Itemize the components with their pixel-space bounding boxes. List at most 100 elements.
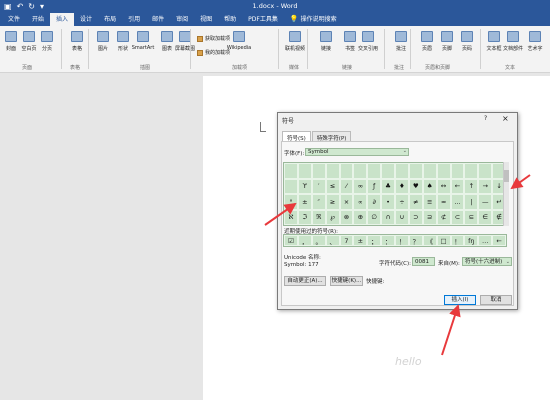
- tab-9[interactable]: 帮助: [218, 13, 242, 26]
- symbol-cell[interactable]: ∩: [381, 209, 395, 225]
- symbol-cell[interactable]: [422, 163, 437, 179]
- ribbon-button-6[interactable]: SmartArt: [132, 28, 154, 51]
- symbol-cell[interactable]: [284, 178, 298, 194]
- symbol-cell[interactable]: —: [478, 194, 493, 210]
- ribbon-button-9[interactable]: Wikipedia: [227, 28, 251, 51]
- recent-symbol-cell[interactable]: 。: [311, 235, 326, 246]
- symbol-cell[interactable]: ♦: [395, 178, 409, 194]
- symbol-cell[interactable]: ≠: [408, 194, 423, 210]
- symbol-cell[interactable]: ≡: [422, 194, 437, 210]
- recent-symbol-cell[interactable]: ？: [408, 235, 423, 246]
- symbol-cell-selected[interactable]: ϒ: [297, 178, 312, 194]
- autocorrect-button[interactable]: 自动更正(A)...: [284, 276, 326, 286]
- tab-2[interactable]: 插入: [50, 13, 75, 26]
- tab-10[interactable]: PDF工具集: [242, 13, 284, 26]
- ribbon-button-16[interactable]: 页脚: [436, 28, 458, 52]
- symbol-cell[interactable]: ♣: [381, 178, 395, 194]
- symbol-cell[interactable]: ⁄: [339, 178, 354, 194]
- ribbon-button-3[interactable]: 表格: [66, 28, 88, 52]
- symbol-cell[interactable]: …: [450, 194, 465, 210]
- symbol-cell[interactable]: [339, 163, 354, 179]
- recent-symbol-cell[interactable]: ±: [353, 235, 368, 246]
- symbol-cell[interactable]: ↑: [464, 178, 479, 194]
- symbol-grid-scrollbar[interactable]: [503, 162, 509, 226]
- symbol-cell[interactable]: ⊄: [436, 209, 451, 225]
- symbol-cell[interactable]: ℘: [325, 209, 340, 225]
- recent-symbol-cell[interactable]: ！: [395, 235, 409, 246]
- recent-symbol-cell[interactable]: 《: [422, 235, 437, 246]
- symbol-cell[interactable]: ∈: [478, 209, 493, 225]
- insert-button[interactable]: 插入(I): [444, 295, 476, 305]
- symbol-cell[interactable]: [408, 163, 423, 179]
- symbol-cell[interactable]: [325, 163, 340, 179]
- symbol-cell[interactable]: [367, 163, 382, 179]
- symbol-cell[interactable]: ∪: [395, 209, 409, 225]
- ribbon-button-19[interactable]: 文档部件: [502, 28, 524, 52]
- ribbon-button-17[interactable]: 页码: [456, 28, 478, 52]
- symbol-cell[interactable]: ƒ: [367, 178, 382, 194]
- symbol-cell[interactable]: |: [464, 194, 479, 210]
- recent-symbol-cell[interactable]: ；: [367, 235, 382, 246]
- symbol-cell[interactable]: [381, 163, 395, 179]
- symbol-cell[interactable]: [284, 163, 298, 179]
- ribbon-button-15[interactable]: 页眉: [416, 28, 438, 52]
- symbol-cell[interactable]: [395, 163, 409, 179]
- symbol-cell[interactable]: ⊆: [464, 209, 479, 225]
- symbol-cell[interactable]: ♥: [408, 178, 423, 194]
- symbol-cell[interactable]: [297, 163, 312, 179]
- shortcut-key-button[interactable]: 快捷键(K)...: [330, 276, 363, 286]
- symbol-cell[interactable]: ⊕: [353, 209, 368, 225]
- symbol-cell[interactable]: ∝: [353, 194, 368, 210]
- tab-6[interactable]: 邮件: [146, 13, 170, 26]
- symbol-cell[interactable]: ⊗: [339, 209, 354, 225]
- symbol-cell[interactable]: [353, 163, 368, 179]
- symbol-cell[interactable]: °: [284, 194, 298, 210]
- symbol-cell[interactable]: ∂: [367, 194, 382, 210]
- ribbon-button-13[interactable]: 交叉引用: [357, 28, 379, 52]
- recent-symbol-cell[interactable]: □: [436, 235, 451, 246]
- symbol-cell[interactable]: ⊂: [450, 209, 465, 225]
- recent-symbol-cell[interactable]: ←: [492, 235, 506, 246]
- recent-symbol-cell[interactable]: ，: [297, 235, 312, 246]
- symbol-cell[interactable]: ÷: [395, 194, 409, 210]
- symbol-cell[interactable]: [464, 163, 479, 179]
- tab-0[interactable]: 文件: [2, 13, 26, 26]
- tab-4[interactable]: 布局: [98, 13, 122, 26]
- symbol-cell[interactable]: ∅: [367, 209, 382, 225]
- tab-7[interactable]: 审阅: [170, 13, 194, 26]
- ribbon-button-5[interactable]: 形状: [112, 28, 134, 52]
- recent-symbol-cell[interactable]: fŋ: [464, 235, 479, 246]
- addin-get-button[interactable]: 获取加载项: [197, 35, 230, 42]
- symbol-cell[interactable]: ′: [311, 178, 326, 194]
- tab-8[interactable]: 视图: [194, 13, 218, 26]
- symbol-cell[interactable]: ←: [450, 178, 465, 194]
- symbol-cell[interactable]: ⊇: [422, 209, 437, 225]
- recent-symbol-cell[interactable]: …: [478, 235, 493, 246]
- symbol-cell[interactable]: ≤: [325, 178, 340, 194]
- symbol-cell[interactable]: ♠: [422, 178, 437, 194]
- scrollbar-thumb[interactable]: [504, 170, 509, 182]
- symbol-cell[interactable]: ≈: [436, 194, 451, 210]
- font-select[interactable]: Symbol ⌄: [305, 148, 409, 156]
- tab-5[interactable]: 引用: [122, 13, 146, 26]
- recent-symbol-cell[interactable]: 、: [325, 235, 340, 246]
- symbol-cell[interactable]: ℑ: [297, 209, 312, 225]
- symbol-cell[interactable]: ≥: [325, 194, 340, 210]
- symbol-cell[interactable]: [436, 163, 451, 179]
- ribbon-button-8[interactable]: 屏幕截图: [174, 28, 196, 52]
- symbol-cell[interactable]: [478, 163, 493, 179]
- character-code-input[interactable]: 0081: [412, 257, 435, 266]
- symbol-cell[interactable]: ℵ: [284, 209, 298, 225]
- ribbon-button-10[interactable]: 联机视频: [284, 28, 306, 52]
- symbol-cell[interactable]: [311, 163, 326, 179]
- ribbon-button-20[interactable]: 艺术字: [524, 28, 546, 52]
- recent-symbol-cell[interactable]: ：: [381, 235, 395, 246]
- symbol-cell[interactable]: [450, 163, 465, 179]
- recent-symbol-cell[interactable]: ☑: [284, 235, 298, 246]
- recent-symbol-cell[interactable]: ！: [450, 235, 465, 246]
- ribbon-button-11[interactable]: 链接: [315, 28, 337, 52]
- symbol-cell[interactable]: ↔: [436, 178, 451, 194]
- symbol-cell[interactable]: →: [478, 178, 493, 194]
- symbol-cell[interactable]: ″: [311, 194, 326, 210]
- recent-symbol-cell[interactable]: 7: [339, 235, 354, 246]
